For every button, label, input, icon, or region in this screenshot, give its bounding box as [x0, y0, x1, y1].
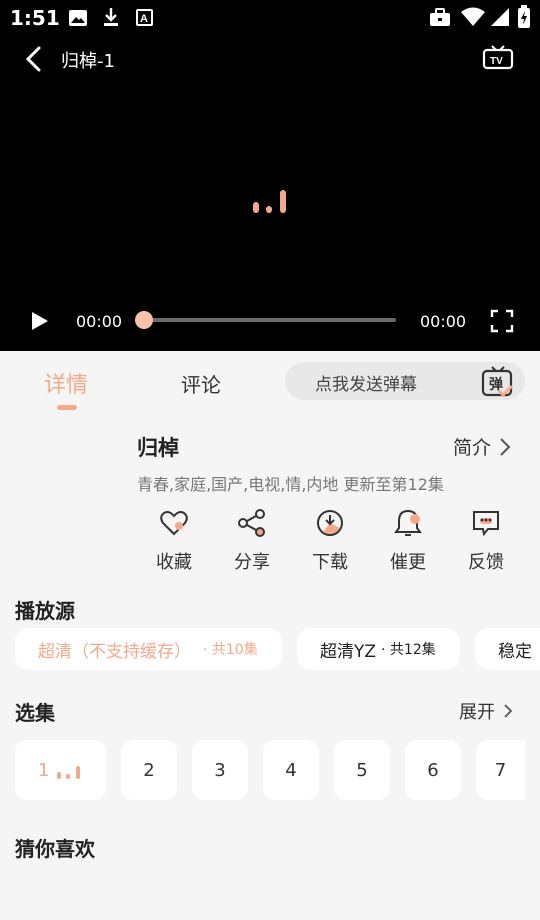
- expand-label: 展开: [459, 702, 495, 723]
- source-chip[interactable]: 超清YZ · 共12集: [297, 628, 460, 670]
- source-name: 稳定: [498, 641, 532, 662]
- danmu-send-icon[interactable]: 弹: [481, 364, 515, 398]
- urge-update-button[interactable]: 催更: [378, 508, 438, 574]
- svg-text:弹: 弹: [489, 376, 503, 393]
- download-button[interactable]: 下载: [300, 508, 360, 574]
- intro-label: 简介: [453, 437, 492, 459]
- share-label: 分享: [234, 552, 270, 573]
- source-chip[interactable]: 稳定: [475, 628, 540, 670]
- total-time: 00:00: [420, 312, 467, 331]
- episode-item[interactable]: 7: [476, 740, 525, 800]
- episode-item[interactable]: 5: [334, 740, 390, 800]
- status-time: 1:51: [10, 6, 60, 30]
- feedback-icon: [471, 508, 501, 538]
- bell-icon: [393, 508, 423, 538]
- heart-icon: [159, 508, 189, 538]
- video-title: 归棹-1: [61, 51, 115, 72]
- current-time: 00:00: [76, 312, 123, 331]
- progress-thumb[interactable]: [135, 311, 153, 329]
- signal-icon: [490, 7, 510, 27]
- svg-text:TV: TV: [490, 56, 503, 67]
- source-count: · 共10集: [203, 642, 258, 658]
- episode-item[interactable]: 6: [405, 740, 461, 800]
- tv-cast-icon[interactable]: TV: [482, 44, 514, 72]
- text-notification-icon: A: [136, 9, 153, 26]
- tab-details[interactable]: 详情: [44, 367, 88, 399]
- download-label: 下载: [312, 552, 348, 573]
- episode-number: 1: [38, 759, 50, 781]
- intro-button[interactable]: 简介: [453, 433, 511, 460]
- wifi-icon: [461, 7, 485, 27]
- download-icon: [315, 508, 345, 538]
- progress-track[interactable]: [143, 318, 396, 322]
- chevron-right-icon: [499, 437, 511, 457]
- feedback-label: 反馈: [468, 552, 504, 573]
- source-name: 超清YZ: [320, 641, 377, 662]
- playing-icon: [56, 763, 82, 781]
- favorite-button[interactable]: 收藏: [144, 508, 204, 574]
- video-player[interactable]: 1:51 A 归棹-1 TV 00:00 00:00: [0, 0, 540, 351]
- tab-comments[interactable]: 评论: [181, 369, 221, 398]
- episode-item[interactable]: 3: [192, 740, 248, 800]
- active-tab-indicator: [57, 405, 77, 410]
- episode-item[interactable]: 2: [121, 740, 177, 800]
- show-title: 归棹: [137, 436, 179, 460]
- work-profile-icon: [429, 8, 451, 27]
- episode-item[interactable]: 4: [263, 740, 319, 800]
- favorite-label: 收藏: [156, 552, 192, 573]
- share-icon: [237, 508, 267, 538]
- feedback-button[interactable]: 反馈: [456, 508, 516, 574]
- play-icon[interactable]: [30, 310, 50, 332]
- fullscreen-icon[interactable]: [490, 309, 514, 333]
- source-chip-selected[interactable]: 超清（不支持缓存） · 共10集: [15, 628, 282, 670]
- source-count: · 共12集: [381, 642, 436, 658]
- share-button[interactable]: 分享: [222, 508, 282, 574]
- danmu-input[interactable]: 点我发送弹幕 弹: [285, 362, 525, 400]
- chevron-right-icon: [503, 703, 513, 719]
- loading-icon: [251, 188, 291, 216]
- svg-text:A: A: [140, 13, 148, 25]
- episode-item-selected[interactable]: 1: [15, 740, 106, 800]
- sources-title: 播放源: [15, 599, 75, 623]
- image-notification-icon: [68, 9, 88, 27]
- download-notification-icon: [102, 7, 120, 27]
- back-icon[interactable]: [24, 46, 44, 72]
- expand-button[interactable]: 展开: [459, 698, 513, 724]
- battery-icon: [517, 5, 531, 29]
- urge-update-label: 催更: [390, 552, 426, 573]
- recommend-title: 猜你喜欢: [15, 837, 95, 861]
- show-meta: 青春,家庭,国产,电视,情,内地 更新至第12集: [137, 475, 444, 494]
- source-name: 超清（不支持缓存）: [38, 641, 191, 662]
- danmu-placeholder: 点我发送弹幕: [315, 375, 417, 395]
- episodes-title: 选集: [15, 701, 55, 725]
